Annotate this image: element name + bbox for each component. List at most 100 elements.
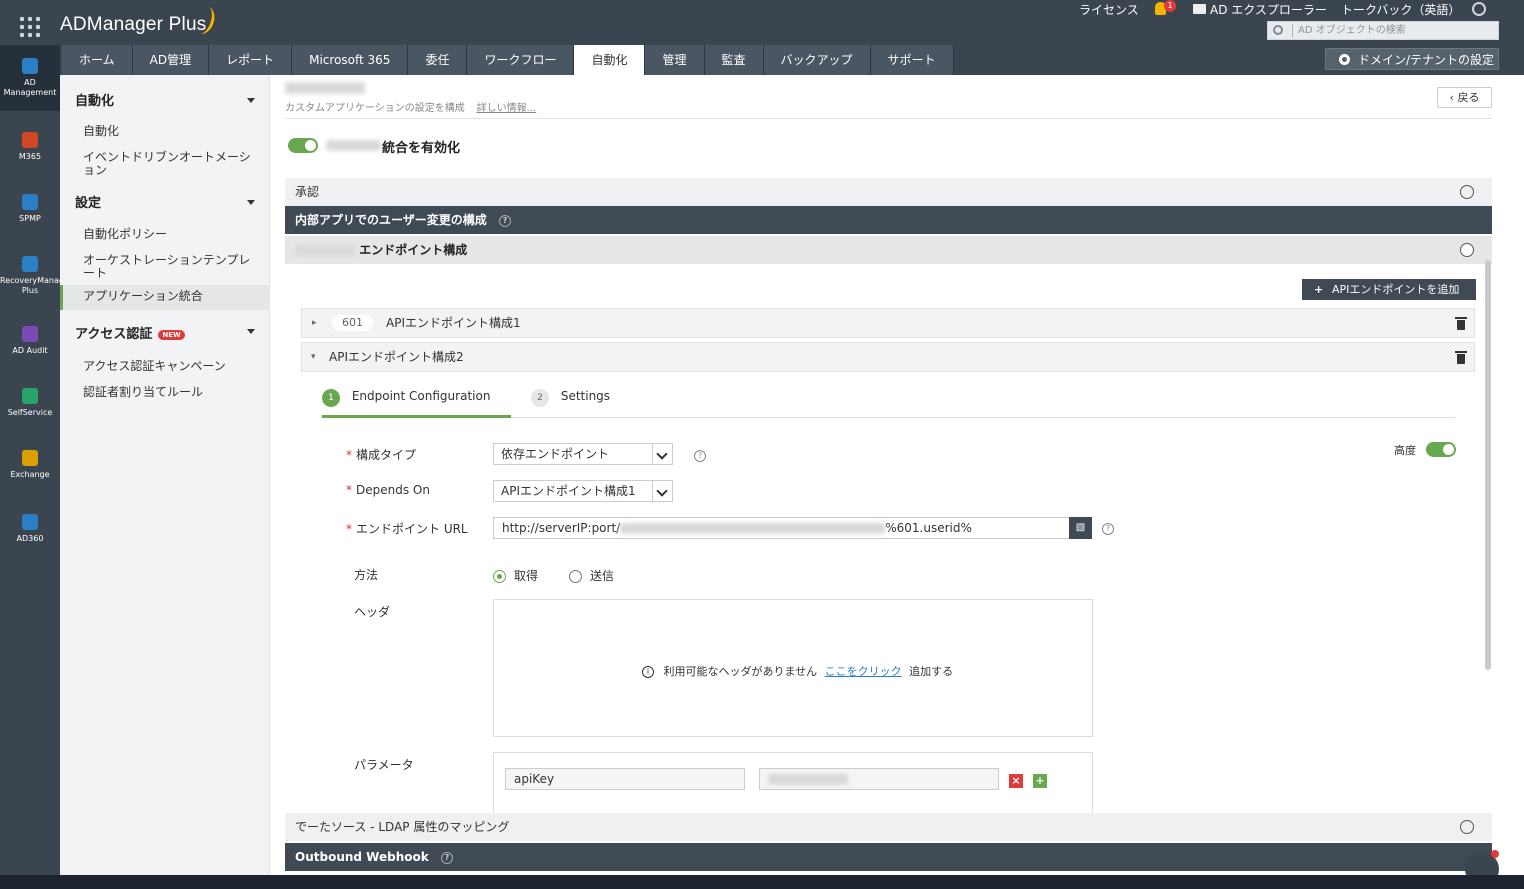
endpoint-url-input[interactable]: http://serverIP:port/ %601.userid% <box>493 517 1070 539</box>
active-step-underline <box>322 415 511 418</box>
tab-0[interactable]: ホーム <box>62 45 133 75</box>
endpoint-url-label: * エンドポイント URL <box>346 522 468 536</box>
param-value-input[interactable] <box>759 768 999 790</box>
ad-management-icon <box>22 58 38 74</box>
remove-param-icon[interactable]: × <box>1009 774 1023 788</box>
approval-label: 承認 <box>295 185 320 199</box>
tab-1[interactable]: AD管理 <box>132 45 210 75</box>
brand-logo[interactable]: ADManager Plus <box>60 14 206 36</box>
sidebar-item-app-integration[interactable]: アプリケーション統合 <box>83 290 253 303</box>
advanced-toggle[interactable] <box>1426 442 1456 457</box>
sidebar-item-automation[interactable]: 自動化 <box>83 125 253 138</box>
config-type-value: 依存エンドポイント <box>501 447 610 461</box>
spmp-icon <box>22 194 38 210</box>
sidebar-head-automation[interactable]: 自動化 <box>75 90 114 109</box>
add-param-icon[interactable]: + <box>1033 774 1047 788</box>
enable-integration-toggle[interactable] <box>288 138 318 153</box>
tab-3[interactable]: Microsoft 365 <box>292 45 409 75</box>
rail-label: SelfService <box>7 408 53 417</box>
search-input[interactable]: AD オブジェクトの検索 <box>1267 21 1499 40</box>
header-label: ヘッダ <box>354 605 391 619</box>
param-key-input[interactable]: apiKey <box>505 768 745 790</box>
scrollbar[interactable] <box>1485 260 1491 670</box>
section-datasource-mapping[interactable]: でーたソース - LDAP 属性のマッピング <box>285 813 1492 841</box>
tab-2[interactable]: レポート <box>209 45 293 75</box>
sidebar-head-settings[interactable]: 設定 <box>75 192 101 211</box>
sidebar-item-orchestration[interactable]: オーケストレーションテンプレート <box>83 254 253 280</box>
help-icon[interactable]: ? <box>440 851 453 864</box>
endpoint-row-2[interactable]: ▾ APIエンドポイント構成2 <box>301 342 1475 372</box>
section-outbound-webhook[interactable]: Outbound Webhook ? <box>285 843 1492 871</box>
trash-icon[interactable] <box>1455 317 1467 330</box>
param-key-value: apiKey <box>514 772 555 786</box>
tab-5[interactable]: ワークフロー <box>467 45 575 75</box>
sidebar-head-access-review[interactable]: アクセス認証 NEW <box>75 323 185 342</box>
sidebar-item-access-campaign[interactable]: アクセス認証キャンペーン <box>83 360 253 373</box>
app-grid-icon[interactable] <box>20 17 40 37</box>
add-api-endpoint-button[interactable]: + APIエンドポイントを追加 <box>1302 279 1476 300</box>
rail-item-3[interactable]: RecoveryManager Plus <box>0 247 72 309</box>
rail-item-6[interactable]: Exchange <box>0 441 60 491</box>
add-api-label: APIエンドポイントを追加 <box>1332 283 1460 296</box>
config-type-select[interactable]: 依存エンドポイント <box>493 443 673 465</box>
step-2-label: Settings <box>560 389 611 403</box>
method-get-radio[interactable]: 取得 <box>493 567 538 584</box>
tab-4[interactable]: 委任 <box>408 45 468 75</box>
trash-icon[interactable] <box>1455 351 1467 364</box>
tab-9[interactable]: バックアップ <box>763 45 871 75</box>
chevron-down-icon[interactable] <box>247 98 255 103</box>
method-post-radio[interactable]: 送信 <box>569 567 614 584</box>
user-icon[interactable] <box>1472 2 1486 16</box>
rail-item-2[interactable]: SPMP <box>0 185 60 235</box>
chevron-down-icon[interactable] <box>247 329 255 334</box>
play-circle-icon[interactable] <box>1460 820 1474 834</box>
selfservice-icon <box>22 388 38 404</box>
depends-on-select[interactable]: APIエンドポイント構成1 <box>493 480 673 502</box>
rail-item-1[interactable]: M365 <box>0 123 60 173</box>
rail-item-7[interactable]: AD360 <box>0 505 60 555</box>
access-review-label: アクセス認証 <box>75 327 153 342</box>
step-tab-2[interactable]: 2 Settings <box>531 389 610 417</box>
chevron-down-icon[interactable] <box>247 200 255 205</box>
domain-tenant-settings-button[interactable]: ドメイン/テナントの設定 <box>1325 48 1499 70</box>
method-get-label: 取得 <box>514 569 539 583</box>
sidebar-item-automation-policy[interactable]: 自動化ポリシー <box>83 228 253 241</box>
help-icon[interactable]: ? <box>1102 523 1114 535</box>
license-link[interactable]: ライセンス <box>1079 1 1139 18</box>
step-2-number: 2 <box>531 389 549 407</box>
ad-explorer-link[interactable]: AD エクスプローラー <box>1210 1 1327 18</box>
rail-item-4[interactable]: AD Audit <box>0 317 60 367</box>
help-icon[interactable]: ? <box>498 214 511 227</box>
endpoint-code: 601 <box>332 315 373 331</box>
back-button[interactable]: ‹ 戻る <box>1437 87 1492 108</box>
click-here-link[interactable]: ここをクリック <box>825 665 902 678</box>
rail-item-0[interactable]: AD Management <box>0 45 60 111</box>
endpoint-row-1[interactable]: ▸ 601 APIエンドポイント構成1 <box>301 308 1475 338</box>
tab-10[interactable]: サポート <box>870 45 954 75</box>
depends-on-value: APIエンドポイント構成1 <box>501 484 636 498</box>
section-user-change[interactable]: 内部アプリでのユーザー変更の構成 ? <box>285 206 1492 234</box>
tab-6[interactable]: 自動化 <box>574 45 646 75</box>
section-approval[interactable]: 承認 <box>285 178 1492 206</box>
tab-8[interactable]: 監査 <box>704 45 764 75</box>
step-tab-1[interactable]: 1 Endpoint Configuration <box>322 389 490 417</box>
rail-item-5[interactable]: SelfService <box>0 379 60 429</box>
endpoint-2-name: APIエンドポイント構成2 <box>329 350 464 364</box>
talkback-link[interactable]: トークバック（英語） <box>1341 1 1460 18</box>
method-label: 方法 <box>354 568 379 582</box>
macro-picker-button[interactable]: ▧ <box>1069 517 1092 539</box>
plus-icon: + <box>1314 283 1324 296</box>
sidebar-item-event-driven[interactable]: イベントドリブンオートメーション <box>83 151 253 177</box>
sidebar-item-approver-rules[interactable]: 認証者割り当てルール <box>83 386 253 399</box>
info-icon: i <box>642 666 654 678</box>
play-circle-icon[interactable] <box>1460 185 1474 199</box>
caret-down-icon[interactable]: ▾ <box>311 343 316 371</box>
caret-right-icon[interactable]: ▸ <box>312 309 317 337</box>
section-endpoint-config[interactable]: エンドポイント構成 <box>285 236 1492 264</box>
chevron-down-circle-icon[interactable] <box>1460 243 1474 257</box>
redacted-text <box>295 245 355 256</box>
tab-7[interactable]: 管理 <box>645 45 705 75</box>
more-info-link[interactable]: 詳しい情報... <box>477 103 537 114</box>
help-icon[interactable]: ? <box>694 450 706 462</box>
step-1-number: 1 <box>322 389 340 407</box>
